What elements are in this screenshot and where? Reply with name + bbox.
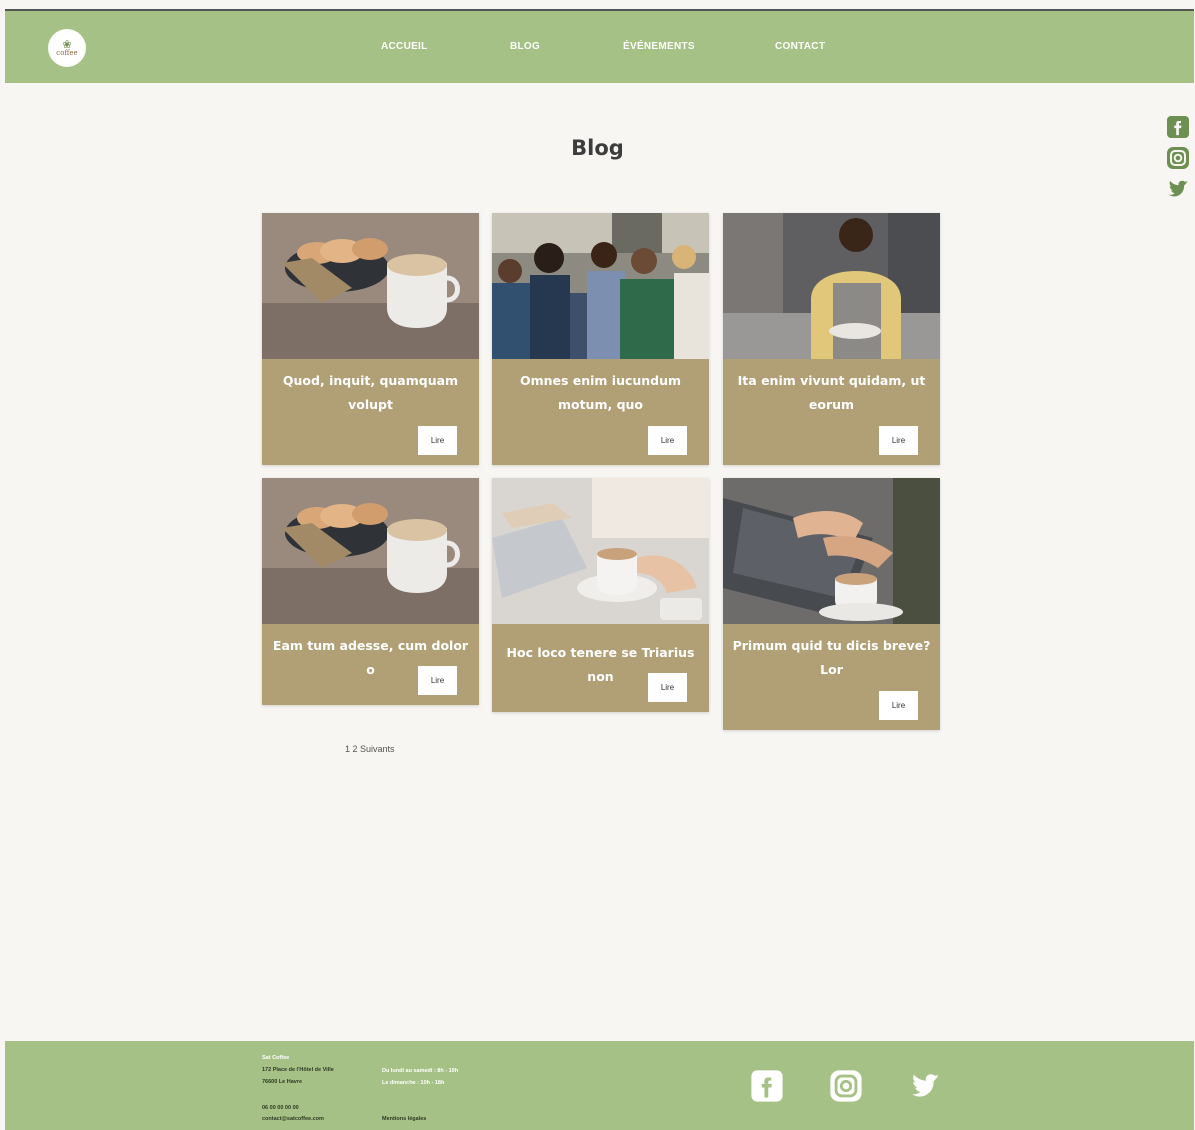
nav-link-contact[interactable]: CONTACT bbox=[775, 41, 825, 52]
twitter-icon[interactable] bbox=[1166, 177, 1190, 201]
blog-card: Quod, inquit, quamquam volupt Lire bbox=[262, 213, 479, 465]
footer-name: Sat Coffee bbox=[262, 1055, 290, 1061]
footer-instagram-icon[interactable] bbox=[829, 1069, 863, 1103]
card-title: Omnes enim iucundum motum, quo bbox=[519, 373, 682, 412]
footer-hours-line1: Du lundi au samedi : 8h - 19h bbox=[382, 1068, 459, 1074]
footer-facebook-icon[interactable] bbox=[750, 1069, 784, 1103]
read-button[interactable]: Lire bbox=[879, 426, 918, 455]
page-title: Blog bbox=[571, 136, 624, 160]
blog-card: Hoc loco tenere se Triarius non Lire bbox=[492, 478, 709, 712]
nav-link-blog[interactable]: BLOG bbox=[510, 41, 540, 52]
card-image-friends-cafe[interactable] bbox=[492, 213, 709, 359]
nav-link-evenements[interactable]: ÉVÉNEMENTS bbox=[623, 41, 695, 52]
side-social-bar bbox=[1166, 115, 1192, 208]
read-button[interactable]: Lire bbox=[879, 691, 918, 720]
card-image-barista[interactable] bbox=[723, 213, 940, 359]
footer-legal-link[interactable]: Mentions légales bbox=[382, 1116, 426, 1122]
read-button[interactable]: Lire bbox=[648, 673, 687, 702]
footer-twitter-icon[interactable] bbox=[908, 1069, 942, 1103]
read-button[interactable]: Lire bbox=[418, 666, 457, 695]
footer-email[interactable]: contact@satcoffee.com bbox=[262, 1116, 324, 1122]
logo-text: coffee bbox=[56, 49, 78, 57]
blog-card: Eam tum adesse, cum dolor o Lire bbox=[262, 478, 479, 705]
site-header: ❀ coffee ACCUEIL BLOG ÉVÉNEMENTS CONTACT bbox=[5, 11, 1194, 83]
card-title: Quod, inquit, quamquam volupt bbox=[282, 373, 459, 412]
footer-phone: 06 00 00 00 00 bbox=[262, 1105, 299, 1111]
site-footer: Sat Coffee 172 Place de l'Hôtel de Ville… bbox=[5, 1041, 1194, 1130]
blog-card: Omnes enim iucundum motum, quo Lire bbox=[492, 213, 709, 465]
site-logo[interactable]: ❀ coffee bbox=[48, 29, 86, 67]
card-title: Ita enim vivunt quidam, ut eorum bbox=[737, 373, 926, 412]
read-button[interactable]: Lire bbox=[418, 426, 457, 455]
blog-card: Primum quid tu dicis breve? Lor Lire bbox=[723, 478, 940, 730]
card-image-laptop-cappuccino[interactable] bbox=[492, 478, 709, 624]
footer-address-line2: 76600 Le Havre bbox=[262, 1079, 303, 1085]
footer-hours-line2: Le dimanche : 10h - 18h bbox=[382, 1080, 445, 1086]
card-title: Primum quid tu dicis breve? Lor bbox=[732, 638, 931, 677]
card-image-croissants[interactable] bbox=[262, 478, 479, 624]
card-image-croissants[interactable] bbox=[262, 213, 479, 359]
read-button[interactable]: Lire bbox=[648, 426, 687, 455]
card-image-typing-coffee[interactable] bbox=[723, 478, 940, 624]
pagination[interactable]: 1 2 Suivants bbox=[345, 744, 395, 754]
footer-address-line1: 172 Place de l'Hôtel de Ville bbox=[262, 1067, 334, 1073]
nav-link-accueil[interactable]: ACCUEIL bbox=[381, 41, 428, 52]
blog-card: Ita enim vivunt quidam, ut eorum Lire bbox=[723, 213, 940, 465]
